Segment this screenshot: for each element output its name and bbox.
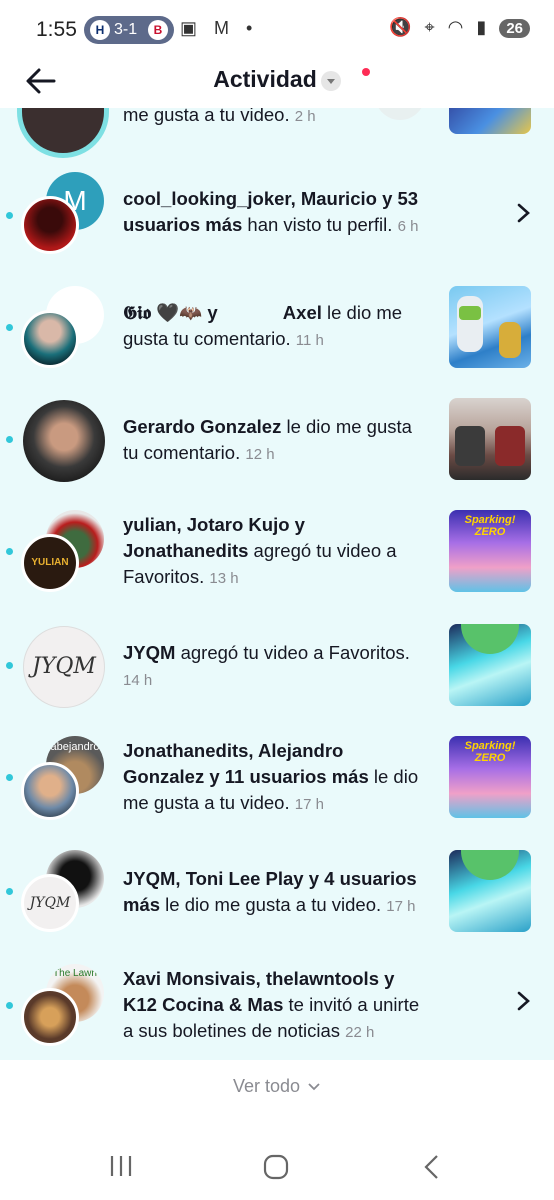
avatar[interactable]: JYQM bbox=[23, 626, 105, 708]
avatar[interactable]: YULIAN bbox=[21, 534, 79, 592]
video-thumbnail[interactable]: Sparking! ZERO bbox=[449, 736, 531, 818]
signal-icon: ▮ bbox=[476, 17, 487, 37]
header: Actividad bbox=[0, 60, 554, 108]
avatar[interactable] bbox=[23, 400, 105, 482]
list-item[interactable]: JYQM JYQM agregó tu video a Favoritos. 1… bbox=[0, 620, 554, 722]
avatar[interactable]: JYQM bbox=[21, 874, 79, 932]
unread-dot bbox=[6, 888, 13, 895]
mute-icon: 🔇 bbox=[389, 17, 412, 37]
title-wrap[interactable]: Actividad bbox=[0, 66, 554, 93]
unread-dot bbox=[6, 548, 13, 555]
dropdown-icon[interactable] bbox=[320, 70, 341, 91]
unread-dot bbox=[6, 324, 13, 331]
location-icon: ⌖ bbox=[424, 17, 435, 37]
unread-dot bbox=[6, 774, 13, 781]
video-thumbnail[interactable] bbox=[449, 286, 531, 368]
new-badge-dot bbox=[362, 68, 370, 76]
thumbnail-label: Sparking! ZERO bbox=[464, 740, 516, 764]
chevron-down-icon bbox=[308, 1083, 320, 1091]
see-all-label[interactable]: Ver todo bbox=[233, 1076, 300, 1096]
list-item[interactable]: YULIAN yulian, Jotaro Kujo y Jonathanedi… bbox=[0, 506, 554, 610]
notification-text: Gerardo Gonzalez le dio me gusta tu come… bbox=[123, 416, 412, 463]
unread-dot bbox=[6, 436, 13, 443]
list-item[interactable]: M cool_looking_joker, Mauricio y 53 usua… bbox=[0, 170, 554, 272]
system-nav-bar bbox=[0, 1135, 554, 1200]
list-item[interactable]: The Lawn Xavi Monsivais, thelawntools y … bbox=[0, 960, 554, 1060]
list-item[interactable]: me gusta a tu video. 2 h bbox=[0, 108, 554, 178]
list-item[interactable]: Gerardo Gonzalez le dio me gusta tu come… bbox=[0, 394, 554, 496]
unread-dot bbox=[6, 1002, 13, 1009]
avatar[interactable] bbox=[21, 762, 79, 820]
page-title[interactable]: Actividad bbox=[213, 66, 317, 92]
list-item[interactable]: abejandro Jonathanedits, Alejandro Gonza… bbox=[0, 732, 554, 836]
avatar[interactable] bbox=[21, 196, 79, 254]
video-thumbnail[interactable] bbox=[449, 850, 531, 932]
score-text: 3-1 bbox=[114, 21, 138, 38]
status-right: 🔇 ⌖ ◠ ▮ 26 bbox=[381, 17, 530, 38]
notification-text: Jonathanedits, Alejandro Gonzalez y 11 u… bbox=[123, 740, 419, 813]
team-right-icon: B bbox=[148, 20, 168, 40]
notification-text: Xavi Monsivais, thelawntools y K12 Cocin… bbox=[123, 968, 420, 1041]
notification-text: yulian, Jotaro Kujo y Jonathanedits agre… bbox=[123, 514, 397, 587]
status-time: 1:55 bbox=[36, 18, 77, 41]
see-all-button[interactable]: Ver todo bbox=[0, 1060, 554, 1112]
battery-icon: 26 bbox=[499, 19, 530, 38]
chevron-right-icon[interactable] bbox=[512, 990, 534, 1012]
unread-dot bbox=[6, 662, 13, 669]
activity-list[interactable]: me gusta a tu video. 2 h M cool_looking_… bbox=[0, 108, 554, 1060]
wifi-icon: ◠ bbox=[447, 17, 464, 37]
chevron-right-icon[interactable] bbox=[512, 202, 534, 224]
notification-text: cool_looking_joker, Mauricio y 53 usuari… bbox=[123, 188, 419, 235]
home-icon[interactable] bbox=[262, 1153, 290, 1181]
avatar[interactable] bbox=[21, 988, 79, 1046]
notification-text: 𝕲𝖎𝖔 🖤🦇 y Axel le dio me gusta tu comenta… bbox=[123, 302, 403, 349]
status-left-icons: ▣ M • bbox=[180, 18, 259, 38]
recents-icon[interactable] bbox=[108, 1153, 134, 1179]
avatar[interactable] bbox=[17, 108, 109, 158]
notification-text: JYQM, Toni Lee Play y 4 usuarios más le … bbox=[123, 868, 417, 915]
thumbnail-label: Sparking! ZERO bbox=[464, 514, 516, 538]
score-badge: H 3-1 B bbox=[84, 16, 174, 44]
back-icon[interactable] bbox=[420, 1153, 444, 1181]
list-item[interactable]: JYQM JYQM, Toni Lee Play y 4 usuarios má… bbox=[0, 846, 554, 948]
video-thumbnail[interactable] bbox=[449, 624, 531, 706]
avatar[interactable] bbox=[21, 310, 79, 368]
notification-text: JYQM agregó tu video a Favoritos. 14 h bbox=[123, 642, 410, 689]
status-bar: 1:55 H 3-1 B ▣ M • 🔇 ⌖ ◠ ▮ 26 bbox=[0, 0, 554, 60]
team-left-icon: H bbox=[90, 20, 110, 40]
video-thumbnail[interactable] bbox=[449, 398, 531, 480]
video-thumbnail[interactable] bbox=[449, 108, 531, 134]
unread-dot bbox=[6, 212, 13, 219]
video-thumbnail[interactable]: Sparking! ZERO bbox=[449, 510, 531, 592]
list-item[interactable]: 𝕲𝖎𝖔 🖤🦇 y Axel le dio me gusta tu comenta… bbox=[0, 282, 554, 384]
